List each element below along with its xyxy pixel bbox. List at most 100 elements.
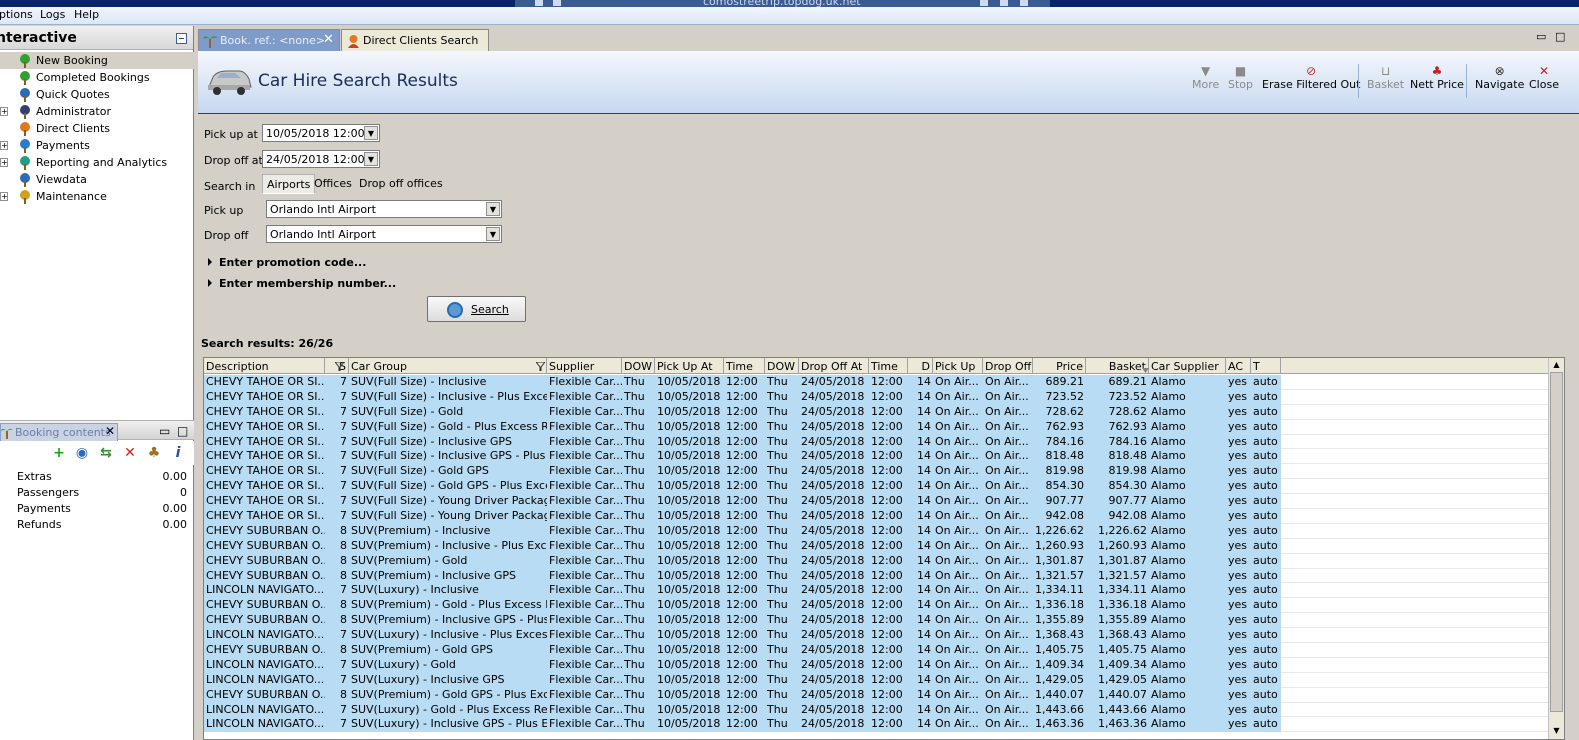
table-row[interactable]: LINCOLN NAVIGATO... 7 SUV(Luxury) - Inclus… <box>204 717 1564 733</box>
pickup-at-field[interactable]: 10/05/2018 12:00 ▼ <box>262 124 380 142</box>
dropoff-at-field[interactable]: 24/05/2018 12:00 ▼ <box>262 150 380 168</box>
add-icon[interactable]: + <box>51 445 67 461</box>
column-header[interactable]: Basket <box>1086 358 1149 374</box>
column-header[interactable]: Car Group <box>349 358 547 374</box>
menu-options[interactable]: ptions <box>0 8 33 21</box>
sort-descending-icon[interactable] <box>1142 363 1151 373</box>
chevron-down-icon[interactable]: ▼ <box>364 152 378 166</box>
expand-icon[interactable]: + <box>0 158 8 167</box>
tree-item[interactable]: Quick Quotes <box>0 86 194 103</box>
filter-icon[interactable] <box>333 361 346 372</box>
tree-item[interactable]: Direct Clients <box>0 120 194 137</box>
close-icon[interactable]: ✕ <box>105 424 115 438</box>
pin-icon[interactable] <box>535 0 543 6</box>
membership-number-expander[interactable]: Enter membership number... <box>208 277 396 290</box>
table-row[interactable]: CHEVY SUBURBAN O... 8 SUV(Premium) - Inclu… <box>204 523 1564 539</box>
search-button[interactable]: Search <box>427 296 526 322</box>
column-header[interactable]: Pick Up At <box>655 358 724 374</box>
menu-help[interactable]: Help <box>74 8 99 21</box>
tree-item[interactable]: + Maintenance <box>0 188 194 205</box>
basket-button[interactable]: ⊔ Basket <box>1367 64 1404 91</box>
table-row[interactable]: CHEVY SUBURBAN O... 8 SUV(Premium) - Inclu… <box>204 538 1564 554</box>
erase-filtered-out-button[interactable]: ⊘ Erase Filtered Out <box>1262 64 1360 91</box>
scroll-down-icon[interactable]: ▼ <box>1551 726 1562 737</box>
chevron-down-icon[interactable]: ▼ <box>486 202 500 216</box>
expand-icon[interactable]: + <box>0 192 8 201</box>
minimize-icon[interactable]: ▭ <box>159 424 170 438</box>
column-header[interactable]: D <box>908 358 933 374</box>
pickup-location-select[interactable]: Orlando Intl Airport ▼ <box>266 200 502 218</box>
tree-item[interactable]: + Payments <box>0 137 194 154</box>
table-row[interactable]: CHEVY TAHOE OR SI... 7 SUV(Full Size) - Go… <box>204 464 1564 480</box>
delete-icon[interactable]: ✕ <box>122 445 138 461</box>
tree-item[interactable]: + Administrator <box>0 103 194 120</box>
column-header[interactable]: Drop Off <box>983 358 1033 374</box>
maximize-icon[interactable]: □ <box>1555 30 1565 43</box>
table-row[interactable]: CHEVY TAHOE OR SI... 7 SUV(Full Size) - In… <box>204 389 1564 405</box>
table-row[interactable]: CHEVY SUBURBAN O... 8 SUV(Premium) - Gold … <box>204 687 1564 703</box>
column-header[interactable]: DOW <box>765 358 799 374</box>
info-icon[interactable]: i <box>170 445 186 461</box>
search-in-offices[interactable]: Offices <box>310 174 356 194</box>
table-row[interactable]: CHEVY TAHOE OR SI... 7 SUV(Full Size) - Go… <box>204 479 1564 495</box>
expand-icon[interactable]: + <box>0 107 8 116</box>
navigate-button[interactable]: ⊗ Navigate <box>1475 64 1524 91</box>
chevron-down-icon[interactable]: ▼ <box>364 126 378 140</box>
table-row[interactable]: CHEVY SUBURBAN O... 8 SUV(Premium) - Gold … <box>204 598 1564 614</box>
table-row[interactable]: LINCOLN NAVIGATO... 7 SUV(Luxury) - Gold Fl… <box>204 657 1564 673</box>
table-row[interactable]: CHEVY TAHOE OR SI... 7 SUV(Full Size) - Go… <box>204 404 1564 420</box>
stop-button[interactable]: ■ Stop <box>1228 64 1253 91</box>
tree-item[interactable]: Completed Bookings <box>0 69 194 86</box>
column-header[interactable]: Time <box>869 358 908 374</box>
close-button[interactable]: ✕ Close <box>1529 64 1559 91</box>
transfer-icon[interactable]: ⇆ <box>98 445 114 461</box>
column-header[interactable]: Supplier <box>547 358 622 374</box>
table-row[interactable]: CHEVY TAHOE OR SI... 7 SUV(Full Size) - Yo… <box>204 509 1564 524</box>
table-row[interactable]: CHEVY SUBURBAN O... 8 SUV(Premium) - Gold … <box>204 643 1564 658</box>
collapse-icon[interactable] <box>176 33 187 44</box>
table-row[interactable]: CHEVY SUBURBAN O... 8 SUV(Premium) - Gold F… <box>204 553 1564 569</box>
column-header[interactable]: Price <box>1033 358 1086 374</box>
more-button[interactable]: ▼ More <box>1192 64 1219 91</box>
tree-item[interactable]: + Reporting and Analytics <box>0 154 194 171</box>
scroll-thumb[interactable] <box>1550 372 1563 712</box>
column-header[interactable]: Car Supplier <box>1149 358 1226 374</box>
search-in-dropoff-offices[interactable]: Drop off offices <box>355 174 447 194</box>
column-header[interactable]: DOW <box>622 358 655 374</box>
table-row[interactable]: CHEVY SUBURBAN O... 8 SUV(Premium) - Inclu… <box>204 568 1564 584</box>
table-row[interactable]: LINCOLN NAVIGATO... 7 SUV(Luxury) - Inclus… <box>204 583 1564 599</box>
table-row[interactable]: CHEVY TAHOE OR SI... 7 SUV(Full Size) - In… <box>204 449 1564 465</box>
column-header[interactable]: Pick Up <box>933 358 983 374</box>
nett-price-button[interactable]: ♣ Nett Price <box>1410 64 1464 91</box>
table-row[interactable]: CHEVY TAHOE OR SI... 7 SUV(Full Size) - In… <box>204 434 1564 450</box>
table-row[interactable]: CHEVY TAHOE OR SI... 7 SUV(Full Size) - Yo… <box>204 494 1564 510</box>
tree-item[interactable]: Viewdata <box>0 171 194 188</box>
tab-direct-clients-search[interactable]: Direct Clients Search <box>341 29 489 51</box>
filter-icon[interactable] <box>534 361 547 372</box>
promotion-code-expander[interactable]: Enter promotion code... <box>208 256 366 269</box>
expand-icon[interactable]: + <box>0 141 8 150</box>
table-row[interactable]: CHEVY TAHOE OR SI... 7 SUV(Full Size) - Go… <box>204 419 1564 435</box>
column-header[interactable]: Time <box>724 358 765 374</box>
table-row[interactable]: CHEVY SUBURBAN O... 8 SUV(Premium) - Inclu… <box>204 613 1564 629</box>
minimize-icon[interactable]: ▭ <box>1536 30 1546 43</box>
column-header[interactable]: Drop Off At <box>799 358 869 374</box>
column-header[interactable]: Description <box>204 358 325 374</box>
palm-tree-icon[interactable]: ♣ <box>146 445 162 461</box>
search-in-airports[interactable]: Airports <box>262 174 316 194</box>
booking-contents-tab[interactable]: Booking contents ✕ <box>0 423 118 441</box>
vertical-scrollbar[interactable]: ▲ ▼ <box>1548 358 1564 739</box>
close-icon[interactable] <box>1020 0 1028 6</box>
column-header[interactable]: AC <box>1226 358 1251 374</box>
column-header[interactable]: T <box>1251 358 1281 374</box>
table-row[interactable]: CHEVY TAHOE OR SI... 7 SUV(Full Size) - In… <box>204 375 1564 390</box>
menu-logs[interactable]: Logs <box>40 8 65 21</box>
tab-booking-ref[interactable]: Book. ref.: <none> ✕ <box>198 29 340 51</box>
minimize-icon[interactable] <box>980 0 988 6</box>
close-icon[interactable]: ✕ <box>323 32 334 47</box>
dropoff-location-select[interactable]: Orlando Intl Airport ▼ <box>266 225 502 243</box>
scroll-up-icon[interactable]: ▲ <box>1551 360 1562 371</box>
tree-item[interactable]: New Booking <box>0 52 194 69</box>
maximize-icon[interactable]: □ <box>177 424 188 438</box>
table-row[interactable]: LINCOLN NAVIGATO... 7 SUV(Luxury) - Gold -… <box>204 702 1564 718</box>
